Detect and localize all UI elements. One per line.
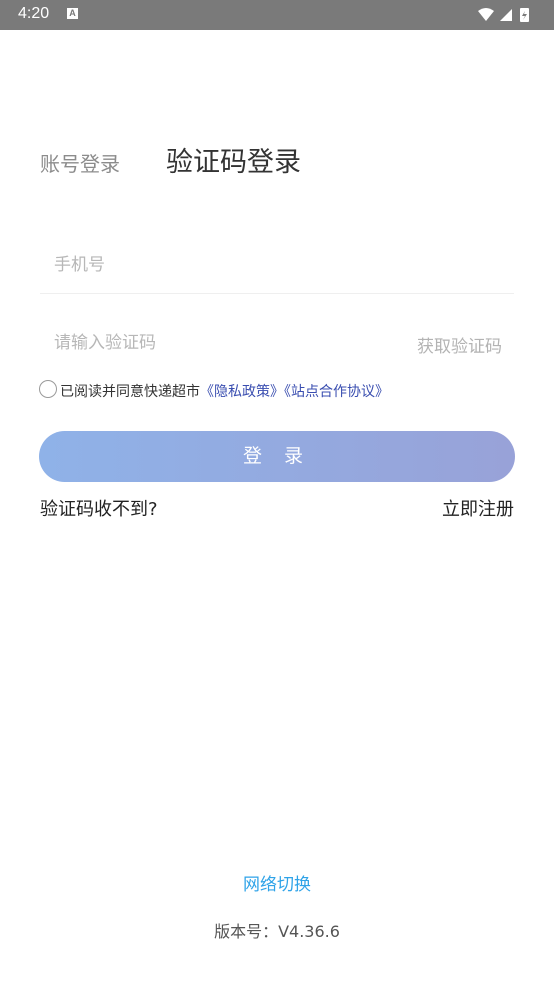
agreement-checkbox[interactable] (39, 380, 57, 398)
signal-icon (500, 9, 512, 21)
login-button[interactable]: 登 录 (39, 431, 515, 482)
status-time: 4:20 (18, 5, 50, 22)
agreement-row: 已阅读并同意快递超市《隐私政策》《站点合作协议》 (39, 379, 519, 401)
phone-input[interactable] (52, 251, 396, 279)
get-code-button[interactable]: 获取验证码 (417, 332, 502, 357)
status-bar: 4:20 A (0, 0, 554, 30)
phone-field (40, 237, 514, 294)
network-switch-link[interactable]: 网络切换 (0, 870, 554, 895)
login-tabs: 账号登录 验证码登录 (40, 140, 520, 180)
status-icons (478, 8, 529, 22)
code-input[interactable] (52, 329, 396, 357)
help-row: 验证码收不到? 立即注册 (40, 495, 514, 521)
site-agreement-link[interactable]: 《站点合作协议》 (284, 384, 389, 400)
tab-code-login[interactable]: 验证码登录 (166, 140, 301, 179)
register-link[interactable]: 立即注册 (442, 495, 514, 521)
privacy-policy-link[interactable]: 《隐私政策》 (200, 384, 284, 400)
tab-account-login[interactable]: 账号登录 (40, 148, 120, 177)
agreement-text: 已阅读并同意快递超市《隐私政策》《站点合作协议》 (60, 381, 389, 401)
version-label: 版本号：V4.36.6 (214, 922, 340, 941)
notification-icon: A (67, 8, 78, 19)
agreement-label: 已阅读并同意快递超市 (60, 384, 200, 400)
wifi-icon (478, 8, 494, 21)
code-field: 获取验证码 (40, 315, 514, 371)
no-code-link[interactable]: 验证码收不到? (40, 495, 158, 521)
